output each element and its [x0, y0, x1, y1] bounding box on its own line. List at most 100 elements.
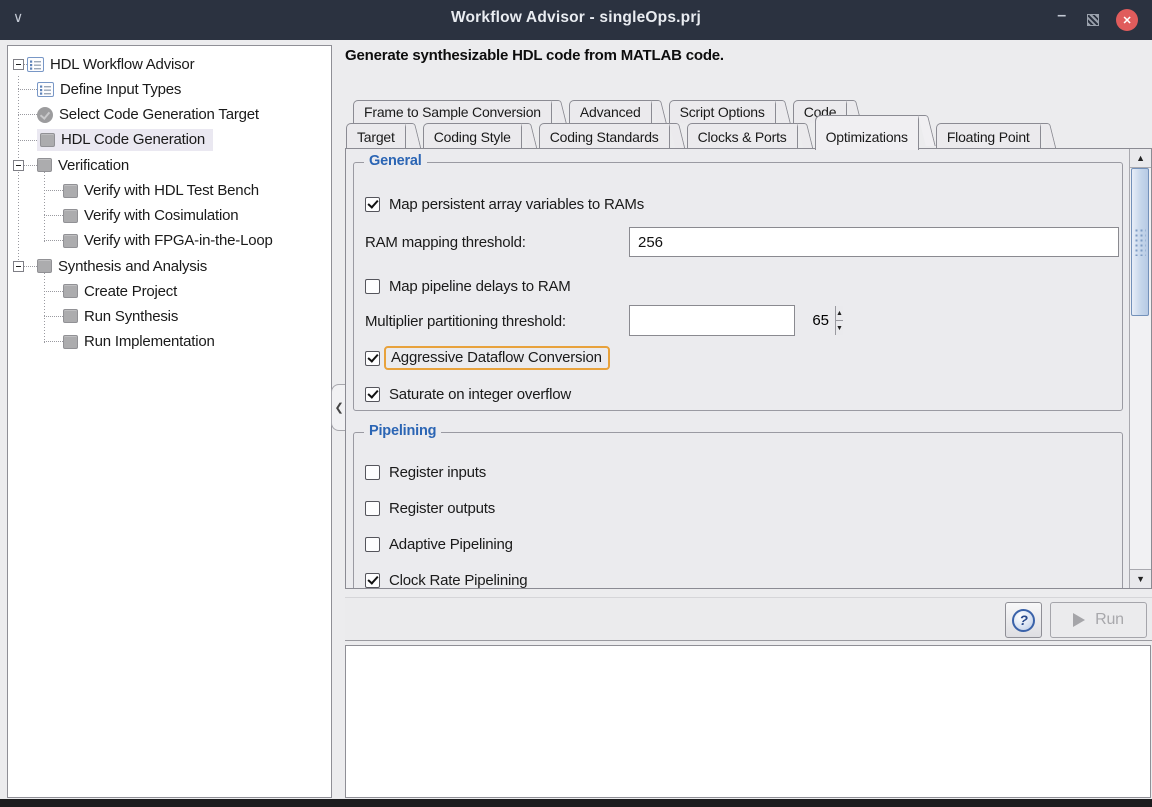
tree-item-verify-fpga-in-the-loop[interactable]: Verify with FPGA-in-the-Loop	[8, 228, 331, 253]
tree-item-label: Define Input Types	[60, 81, 181, 98]
checkbox-adaptive-pipelining[interactable]	[365, 537, 380, 552]
checkbox-aggressive-dataflow[interactable]	[365, 351, 380, 366]
tab-optimizations[interactable]: Optimizations	[815, 115, 928, 148]
tree-collapse-icon[interactable]	[13, 59, 24, 70]
tree-collapse-icon[interactable]	[13, 160, 24, 171]
restore-button[interactable]	[1087, 14, 1099, 26]
task-icon	[63, 184, 78, 198]
tree-item-label: Verify with Cosimulation	[84, 207, 238, 224]
register-outputs-row[interactable]: Register outputs	[365, 497, 495, 519]
ram-threshold-input[interactable]	[629, 227, 1119, 257]
tab-target[interactable]: Target	[346, 123, 415, 148]
help-icon: ?	[1012, 609, 1035, 632]
scrollbar-thumb[interactable]	[1131, 168, 1149, 316]
map-pipeline-delays-row[interactable]: Map pipeline delays to RAM	[365, 275, 571, 297]
workflow-tree-panel: HDL Workflow Advisor Define Input Types …	[7, 45, 332, 798]
spinner-up-button[interactable]: ▲	[836, 306, 843, 321]
multiplier-threshold-spinner: ▲ ▼	[629, 305, 795, 336]
checkbox-register-inputs[interactable]	[365, 465, 380, 480]
task-icon	[63, 209, 78, 223]
task-done-icon	[37, 107, 53, 123]
tab-advanced[interactable]: Advanced	[569, 100, 661, 123]
tab-frame-to-sample-conversion[interactable]: Frame to Sample Conversion	[353, 100, 561, 123]
tree-item-create-project[interactable]: Create Project	[8, 279, 331, 304]
list-icon	[27, 57, 44, 72]
tree-item-label: Run Synthesis	[84, 308, 178, 325]
tree-item-run-implementation[interactable]: Run Implementation	[8, 329, 331, 354]
vertical-scrollbar[interactable]: ▲ ▼	[1129, 149, 1151, 588]
tree-item-run-synthesis[interactable]: Run Synthesis	[8, 304, 331, 329]
task-icon	[63, 335, 78, 349]
tree-item-verify-hdl-test-bench[interactable]: Verify with HDL Test Bench	[8, 178, 331, 203]
spinner-down-button[interactable]: ▼	[836, 321, 843, 335]
register-inputs-row[interactable]: Register inputs	[365, 461, 486, 483]
saturate-overflow-row[interactable]: Saturate on integer overflow	[365, 383, 571, 405]
checkbox-map-pipeline-delays[interactable]	[365, 279, 380, 294]
checkbox-clock-rate-pipelining[interactable]	[365, 573, 380, 588]
multiplier-threshold-label: Multiplier partitioning threshold:	[365, 313, 566, 330]
run-button[interactable]: Run	[1050, 602, 1147, 638]
tree-item-label: HDL Workflow Advisor	[50, 56, 194, 73]
tree-item-verify-cosimulation[interactable]: Verify with Cosimulation	[8, 203, 331, 228]
optimizations-tab-panel: General Map persistent array variables t…	[345, 148, 1152, 589]
tree-item-label: Verification	[58, 157, 129, 174]
window-title: Workflow Advisor - singleOps.prj	[0, 9, 1152, 27]
message-output-area	[345, 645, 1151, 798]
tab-script-options[interactable]: Script Options	[669, 100, 785, 123]
aggressive-dataflow-row[interactable]: Aggressive Dataflow Conversion	[365, 347, 610, 369]
adaptive-pipelining-row[interactable]: Adaptive Pipelining	[365, 533, 513, 555]
tree-item-label: HDL Code Generation	[61, 131, 205, 148]
task-icon	[63, 284, 78, 298]
ram-threshold-label: RAM mapping threshold:	[365, 234, 526, 251]
task-description: Generate synthesizable HDL code from MAT…	[345, 47, 724, 64]
task-icon	[63, 234, 78, 248]
map-persistent-arrays-row[interactable]: Map persistent array variables to RAMs	[365, 193, 644, 215]
task-icon	[37, 259, 52, 273]
checkbox-map-persistent-arrays[interactable]	[365, 197, 380, 212]
tab-floating-point[interactable]: Floating Point	[936, 123, 1050, 148]
tab-row-primary: Target Coding Style Coding Standards Clo…	[346, 123, 1058, 148]
tree-item-synthesis-and-analysis[interactable]: Synthesis and Analysis	[8, 254, 331, 279]
tree-item-label: Synthesis and Analysis	[58, 258, 207, 275]
checkbox-register-outputs[interactable]	[365, 501, 380, 516]
workflow-advisor-window: ∨ Workflow Advisor - singleOps.prj – ✕ H…	[0, 0, 1152, 807]
tree-item-label: Create Project	[84, 283, 177, 300]
tree-item-hdl-workflow-advisor[interactable]: HDL Workflow Advisor	[8, 52, 331, 77]
general-group: General Map persistent array variables t…	[353, 162, 1123, 411]
multiplier-threshold-input[interactable]	[630, 306, 835, 335]
help-button[interactable]: ?	[1005, 602, 1042, 638]
tree-item-label: Select Code Generation Target	[59, 106, 259, 123]
tree-item-define-input-types[interactable]: Define Input Types	[8, 77, 331, 102]
general-group-title: General	[364, 153, 427, 169]
tab-coding-standards[interactable]: Coding Standards	[539, 123, 679, 148]
tree-item-select-code-generation-target[interactable]: Select Code Generation Target	[8, 102, 331, 127]
tree-item-label: Verify with HDL Test Bench	[84, 182, 259, 199]
minimize-button[interactable]: –	[1057, 7, 1066, 25]
tab-row-secondary: Frame to Sample Conversion Advanced Scri…	[353, 100, 864, 123]
focused-option-label: Aggressive Dataflow Conversion	[384, 346, 610, 370]
tree-selection-highlight: HDL Code Generation	[37, 129, 213, 151]
scroll-down-icon[interactable]: ▼	[1130, 569, 1151, 588]
checkbox-saturate-overflow[interactable]	[365, 387, 380, 402]
clock-rate-pipelining-row[interactable]: Clock Rate Pipelining	[365, 569, 527, 589]
list-icon	[37, 82, 54, 97]
close-button[interactable]: ✕	[1116, 9, 1138, 31]
tree-collapse-icon[interactable]	[13, 261, 24, 272]
window-bottom-edge	[0, 799, 1152, 807]
chevron-left-icon: ❮	[334, 401, 343, 414]
play-icon	[1073, 613, 1085, 627]
task-icon	[63, 309, 78, 323]
pipelining-group: Pipelining Register inputs Register outp…	[353, 432, 1123, 589]
sidebar-collapse-handle[interactable]: ❮	[331, 384, 346, 431]
scroll-up-icon[interactable]: ▲	[1130, 149, 1151, 168]
tab-coding-style[interactable]: Coding Style	[423, 123, 531, 148]
tree-item-label: Run Implementation	[84, 333, 215, 350]
titlebar: ∨ Workflow Advisor - singleOps.prj – ✕	[0, 0, 1152, 40]
tree-item-verification[interactable]: Verification	[8, 153, 331, 178]
pipelining-group-title: Pipelining	[364, 423, 441, 439]
tree-item-label: Verify with FPGA-in-the-Loop	[84, 232, 273, 249]
tab-clocks-ports[interactable]: Clocks & Ports	[687, 123, 807, 148]
tree-item-hdl-code-generation[interactable]: HDL Code Generation	[8, 128, 331, 153]
task-icon	[40, 133, 55, 147]
task-icon	[37, 158, 52, 172]
